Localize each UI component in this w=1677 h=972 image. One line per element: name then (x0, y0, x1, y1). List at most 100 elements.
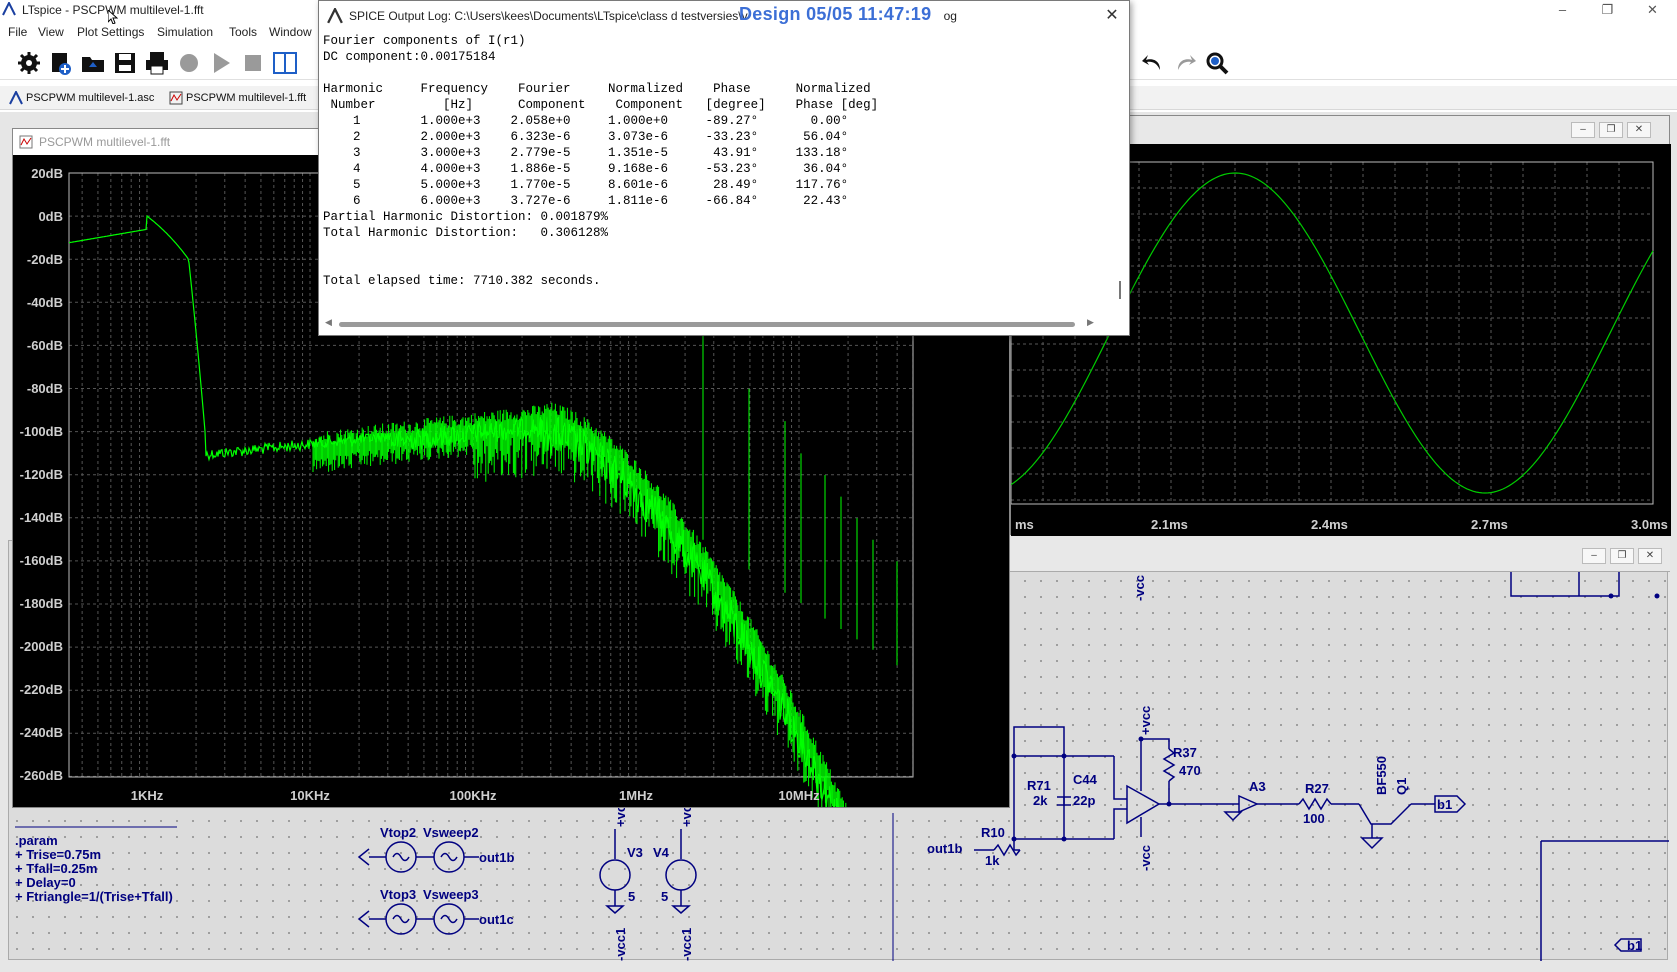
v4-label: V4 (653, 845, 670, 860)
r27-value: 100 (1303, 811, 1325, 826)
fft-x-tick: 10MHz (778, 788, 820, 803)
print-icon[interactable] (144, 50, 170, 76)
ltspice-logo-icon (327, 8, 343, 24)
fft-y-tick: -60dB (27, 338, 63, 353)
r71-value: 2k (1033, 793, 1048, 808)
tab-fft[interactable]: PSCPWM multilevel-1.fft (166, 88, 316, 108)
redo-icon[interactable] (1172, 50, 1198, 76)
log-line: 3 3.000e+3 2.779e-5 1.351e-5 43.91° 133.… (323, 146, 849, 160)
tile-windows-icon[interactable] (272, 50, 298, 76)
tab-label: PSCPWM multilevel-1.asc (26, 92, 155, 104)
net-out1b: out1b (479, 850, 514, 865)
design-timestamp: Design 05/05 11:47:19 (739, 4, 932, 24)
r71-label: R71 (1027, 778, 1051, 793)
log-line: 6 6.000e+3 3.727e-6 1.811e-6 -66.84° 22.… (323, 194, 849, 208)
time-x-tick: 2.1ms (1151, 517, 1188, 532)
new-schematic-icon[interactable] (48, 50, 74, 76)
fft-window-title: PSCPWM multilevel-1.fft (39, 135, 171, 149)
minimize-button[interactable]: – (1540, 0, 1585, 22)
toolbar-right (1130, 44, 1677, 80)
fft-x-tick: 1MHz (619, 788, 653, 803)
tab-schematic[interactable]: PSCPWM multilevel-1.asc (6, 88, 156, 108)
mouse-cursor-icon (108, 10, 118, 24)
settings-gear-icon[interactable] (16, 50, 42, 76)
log-line: Number [Hz] Component Component [degree]… (323, 98, 879, 112)
log-vertical-scrollbar[interactable] (1119, 281, 1121, 299)
control-panel-icon[interactable] (176, 50, 202, 76)
ltspice-app: LTspice - PSCPWM multilevel-1.fft – ❐ ✕ … (0, 0, 1677, 972)
param-line: .param (15, 833, 58, 848)
vtop3-label: Vtop3 (380, 887, 416, 902)
menu-window[interactable]: Window (269, 25, 312, 39)
source-v3[interactable] (599, 829, 631, 914)
v3-value: 5 (628, 889, 635, 904)
menu-plot-settings[interactable]: Plot Settings (77, 25, 144, 39)
r37-label: R37 (1173, 745, 1197, 760)
schematic-maximize-button[interactable]: ❐ (1610, 548, 1634, 564)
fft-y-tick: -40dB (27, 295, 63, 310)
param-line: + Tfall=0.25m (15, 861, 97, 876)
scroll-right-arrow-icon[interactable]: ▶ (1087, 317, 1094, 328)
fft-y-tick: -240dB (20, 725, 63, 740)
fft-x-tick: 100KHz (450, 788, 497, 803)
time-x-tick: ms (1015, 517, 1034, 532)
schematic-minimize-button[interactable]: – (1582, 548, 1606, 564)
menu-bar: File View Plot Settings Simulation Tools… (0, 22, 320, 42)
v4-value: 5 (661, 889, 668, 904)
source-vtop2[interactable] (357, 841, 479, 873)
c44-value: 22p (1073, 793, 1095, 808)
r10-label: R10 (981, 825, 1005, 840)
log-close-button[interactable]: ✕ (1101, 5, 1123, 27)
log-line: Partial Harmonic Distortion: 0.001879% (323, 210, 609, 224)
log-line: 2 2.000e+3 6.323e-6 3.073e-6 -33.23° 56.… (323, 130, 849, 144)
v3-label: V3 (627, 845, 643, 860)
maximize-button[interactable]: ❐ (1585, 0, 1630, 22)
log-line: Total Harmonic Distortion: 0.306128% (323, 226, 609, 240)
vsweep2-label: Vsweep2 (423, 825, 479, 840)
open-folder-icon[interactable] (80, 50, 106, 76)
log-text: Fourier components of I(r1) DC component:… (321, 33, 1127, 315)
junction-dots (1011, 548, 1660, 842)
log-horizontal-scrollbar[interactable]: ◀ ▶ (323, 317, 1103, 331)
undo-icon[interactable] (1140, 50, 1166, 76)
bf550-label: BF550 (1374, 756, 1389, 795)
close-button[interactable]: ✕ (1630, 0, 1675, 22)
waveform-icon (169, 91, 183, 105)
schematic-close-button[interactable]: ✕ (1638, 548, 1662, 564)
zoom-icon[interactable] (1204, 50, 1230, 76)
menu-file[interactable]: File (8, 25, 27, 39)
net-vcc1: -vcc1 (613, 928, 628, 961)
time-maximize-button[interactable]: ❐ (1599, 122, 1623, 138)
time-close-button[interactable]: ✕ (1627, 122, 1651, 138)
time-x-tick: 2.7ms (1471, 517, 1508, 532)
r27-label: R27 (1305, 781, 1329, 796)
spice-output-log-dialog[interactable]: SPICE Output Log: C:\Users\kees\Document… (318, 0, 1130, 336)
net-vcc: +vcc (1138, 706, 1153, 735)
net-vcc1: -vcc1 (679, 928, 694, 961)
halt-icon[interactable] (240, 50, 266, 76)
scroll-thumb[interactable] (339, 322, 1075, 327)
log-line: Fourier components of I(r1) (323, 34, 526, 48)
fft-y-tick: 20dB (31, 166, 63, 181)
log-line: 4 4.000e+3 1.886e-5 9.168e-6 -53.23° 36.… (323, 162, 849, 176)
log-line: Harmonic Frequency Fourier Normalized Ph… (323, 82, 871, 96)
source-v4[interactable] (665, 829, 697, 914)
fft-y-tick: -200dB (20, 639, 63, 654)
scroll-left-arrow-icon[interactable]: ◀ (325, 317, 332, 328)
save-icon[interactable] (112, 50, 138, 76)
source-vtop3[interactable] (357, 903, 479, 935)
menu-simulation[interactable]: Simulation (157, 25, 213, 39)
run-icon[interactable] (208, 50, 234, 76)
r10-value: 1k (985, 853, 1000, 868)
menu-view[interactable]: View (38, 25, 64, 39)
time-minimize-button[interactable]: – (1571, 122, 1595, 138)
ltspice-logo-icon (2, 2, 16, 16)
vtop2-label: Vtop2 (380, 825, 416, 840)
q1-label: Q1 (1394, 778, 1409, 795)
menu-tools[interactable]: Tools (229, 25, 257, 39)
net-out1c: out1c (479, 912, 514, 927)
log-line: Total elapsed time: 7710.382 seconds. (323, 274, 601, 288)
fft-y-tick: -180dB (20, 596, 63, 611)
